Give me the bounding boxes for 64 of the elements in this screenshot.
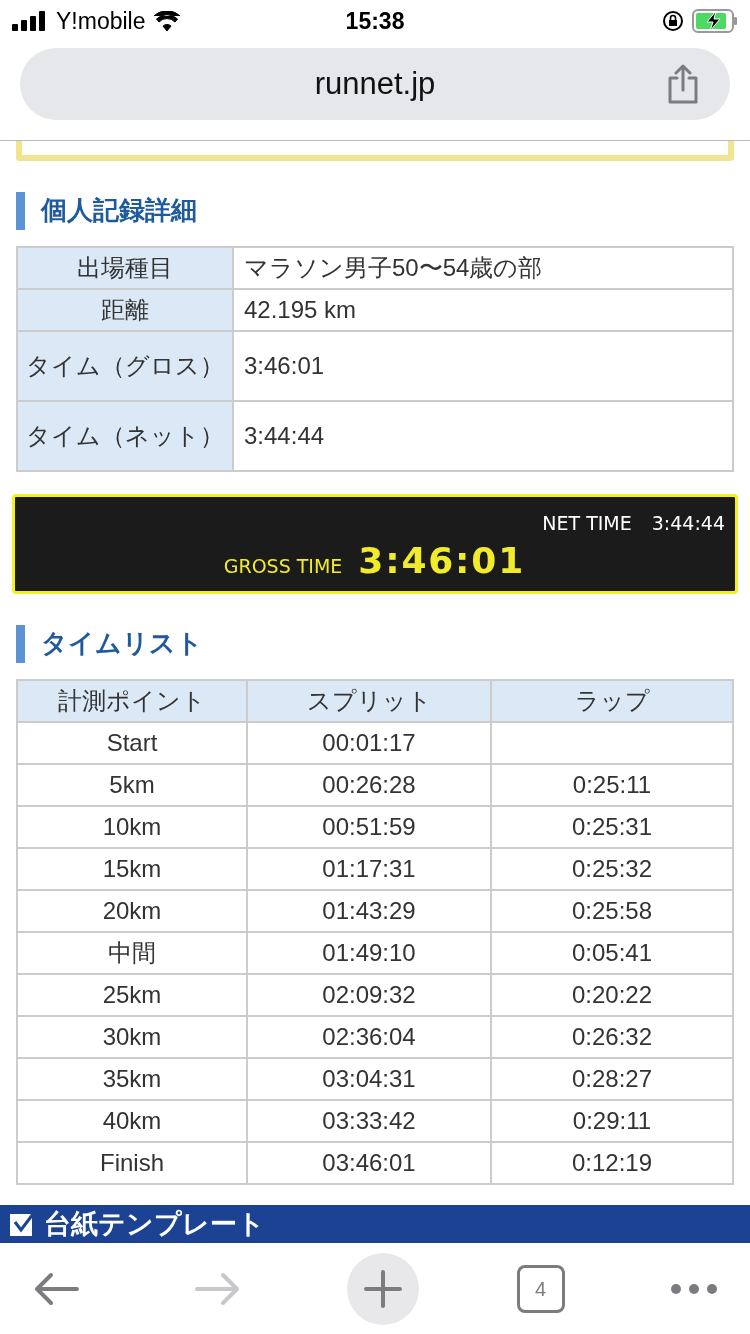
table-cell: 42.195 km — [233, 289, 733, 331]
clock: 15:38 — [345, 6, 405, 36]
table-cell: 0:25:58 — [491, 890, 733, 932]
plus-icon — [364, 1269, 402, 1308]
table-cell: 3:44:44 — [233, 401, 733, 471]
table-cell: マラソン男子50〜54歳の部 — [233, 247, 733, 289]
table-cell: Finish — [17, 1142, 247, 1184]
net-time-label: NET TIME — [542, 511, 632, 536]
wifi-icon — [153, 11, 182, 31]
url-text: runnet.jp — [314, 64, 436, 103]
gross-time: 3:46:01 — [358, 538, 525, 583]
signal-icon — [12, 11, 48, 31]
table-cell: 0:26:32 — [491, 1016, 733, 1058]
column-header: スプリット — [247, 680, 491, 722]
table-cell: 20km — [17, 890, 247, 932]
table-cell: 00:26:28 — [247, 764, 491, 806]
table-cell: 03:46:01 — [247, 1142, 491, 1184]
section-heading: タイムリスト — [41, 627, 203, 660]
share-icon[interactable] — [666, 64, 700, 104]
table-cell: 35km — [17, 1058, 247, 1100]
table-cell: 30km — [17, 1016, 247, 1058]
address-bar[interactable]: runnet.jp — [20, 48, 730, 120]
more-icon — [671, 1283, 717, 1294]
template-title: 台紙テンプレート — [44, 1207, 265, 1241]
table-cell: 0:25:31 — [491, 806, 733, 848]
rotation-lock-icon — [662, 10, 684, 32]
net-time: 3:44:44 — [651, 511, 725, 536]
table-cell: 02:09:32 — [247, 974, 491, 1016]
table-cell: 0:28:27 — [491, 1058, 733, 1100]
table-cell: 10km — [17, 806, 247, 848]
table-cell: 01:17:31 — [247, 848, 491, 890]
heading-bar — [16, 191, 25, 230]
table-cell: 0:05:41 — [491, 932, 733, 974]
heading-bar — [16, 624, 25, 663]
column-header: 計測ポイント — [17, 680, 247, 722]
table-header-cell: タイム（ネット） — [17, 401, 233, 471]
table-cell: 03:04:31 — [247, 1058, 491, 1100]
table-cell: 25km — [17, 974, 247, 1016]
table-cell: 00:51:59 — [247, 806, 491, 848]
tabs-button[interactable]: 4 — [516, 1264, 565, 1313]
table-header-cell: タイム（グロス） — [17, 331, 233, 401]
table-cell: 0:20:22 — [491, 974, 733, 1016]
table-cell: 01:49:10 — [247, 932, 491, 974]
table-cell: 0:25:32 — [491, 848, 733, 890]
table-cell: 02:36:04 — [247, 1016, 491, 1058]
table-cell: 15km — [17, 848, 247, 890]
table-cell: 5km — [17, 764, 247, 806]
table-header-cell: 出場種目 — [17, 247, 233, 289]
section-heading: 個人記録詳細 — [41, 194, 197, 227]
table-cell: 40km — [17, 1100, 247, 1142]
table-cell: Start — [17, 722, 247, 764]
gross-time-label: GROSS TIME — [223, 553, 343, 579]
carrier-name: Y!mobile — [56, 6, 146, 36]
table-cell: 0:25:11 — [491, 764, 733, 806]
table-cell: 3:46:01 — [233, 331, 733, 401]
table-cell: 0:29:11 — [491, 1100, 733, 1142]
battery-icon — [692, 9, 738, 33]
column-header: ラップ — [491, 680, 733, 722]
table-cell: 0:12:19 — [491, 1142, 733, 1184]
table-cell: 03:33:42 — [247, 1100, 491, 1142]
table-header-cell: 距離 — [17, 289, 233, 331]
table-cell: 中間 — [17, 932, 247, 974]
table-cell: 00:01:17 — [247, 722, 491, 764]
table-cell: 01:43:29 — [247, 890, 491, 932]
